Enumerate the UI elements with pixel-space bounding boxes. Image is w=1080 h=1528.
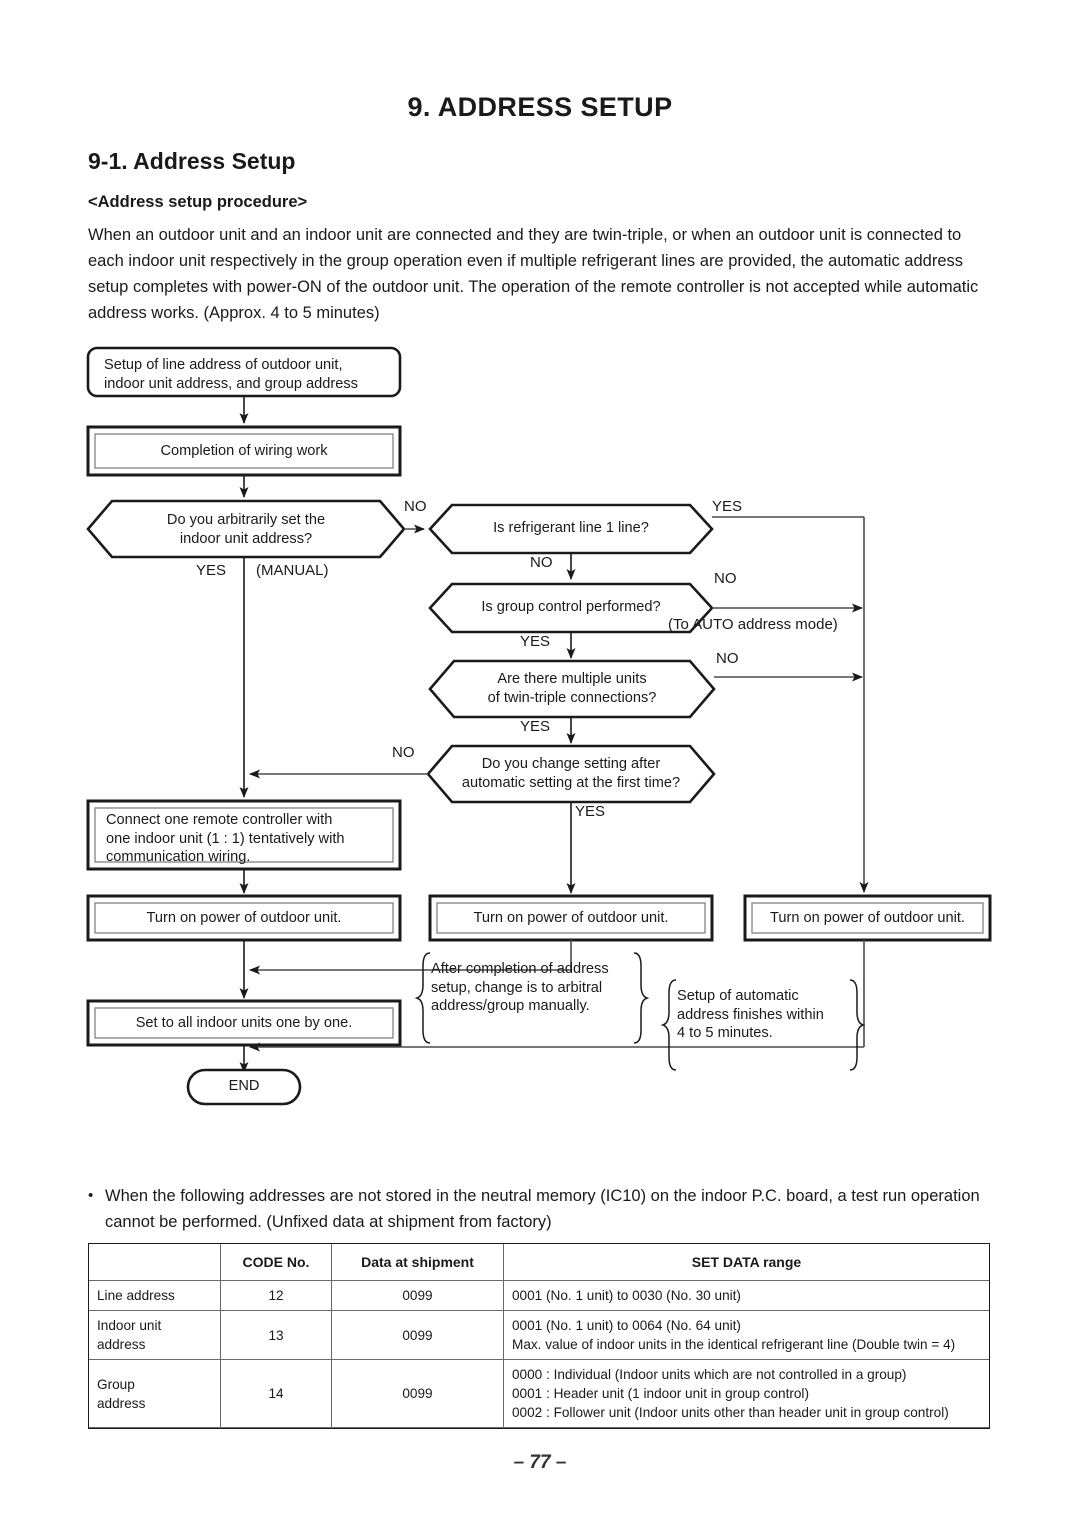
edge-label-yes-change: YES (575, 803, 606, 820)
annotation-auto-finish: Setup of automatic address finishes with… (677, 988, 824, 1041)
table-header-shipment: Data at shipment (331, 1243, 504, 1281)
node-question-group-control-label: Is group control performed? (481, 599, 661, 615)
address-setup-flowchart: Setup of line address of outdoor unit, i… (0, 330, 1080, 1120)
cell-code: 13 (220, 1310, 332, 1360)
note-block: • When the following addresses are not s… (88, 1183, 998, 1235)
cell-code: 12 (220, 1280, 332, 1311)
document-page: 9. ADDRESS SETUP 9-1. Address Setup <Add… (0, 0, 1080, 1528)
note-text: When the following addresses are not sto… (105, 1187, 980, 1231)
table-row: Indoor unit address 13 0099 0001 (No. 1 … (88, 1310, 990, 1360)
bullet-marker: • (88, 1187, 94, 1204)
edge-label-auto-address-mode-note: (To AUTO address mode) (668, 616, 838, 633)
address-code-table: CODE No. Data at shipment SET DATA range… (88, 1243, 990, 1428)
page-number: – 77 – (513, 1452, 567, 1473)
node-question-refrigerant-line-label: Is refrigerant line 1 line? (493, 520, 649, 536)
node-connect-remote-controller-label: Connect one remote controller with one i… (106, 812, 345, 865)
page-title: 9. ADDRESS SETUP (407, 92, 673, 122)
table-header-range: SET DATA range (503, 1243, 990, 1281)
node-power-on-middle-label: Turn on power of outdoor unit. (473, 910, 669, 926)
cell-name: Line address (88, 1280, 221, 1311)
edge-label-yes-refrigerant: YES (712, 498, 743, 515)
node-question-manual-label: Do you arbitrarily set the indoor unit a… (166, 512, 326, 547)
edge-label-yes-manual: YES (196, 562, 227, 579)
cell-name: Group address (88, 1359, 221, 1428)
edge-label-no-manual: NO (404, 498, 427, 515)
edge-label-yes-group: YES (520, 633, 551, 650)
edge-label-no-change: NO (392, 744, 415, 761)
edge-label-no-refrigerant: NO (530, 554, 553, 571)
node-question-twin-triple-label: Are there multiple units of twin-triple … (487, 671, 657, 706)
edge-label-no-twin: NO (716, 650, 739, 667)
node-question-change-setting-label: Do you change setting after automatic se… (461, 756, 681, 791)
intro-paragraph: When an outdoor unit and an indoor unit … (88, 226, 979, 322)
subsection-heading: <Address setup procedure> (88, 193, 308, 211)
cell-name: Indoor unit address (88, 1310, 221, 1360)
node-set-all-units-label: Set to all indoor units one by one. (135, 1015, 353, 1031)
edge-label-manual-note: (MANUAL) (256, 562, 329, 579)
table-row: Group address 14 0099 0000 : Individual … (88, 1359, 990, 1428)
cell-shipment: 0099 (331, 1359, 504, 1428)
node-end-label: END (228, 1078, 260, 1094)
table-header-row: CODE No. Data at shipment SET DATA range (88, 1243, 990, 1281)
cell-shipment: 0099 (331, 1310, 504, 1360)
cell-shipment: 0099 (331, 1280, 504, 1311)
edge-label-no-group: NO (714, 570, 737, 587)
cell-range: 0001 (No. 1 unit) to 0064 (No. 64 unit) … (503, 1310, 990, 1360)
edge-label-yes-twin: YES (520, 718, 551, 735)
annotation-manual-change: After completion of address setup, chang… (431, 961, 609, 1014)
node-power-on-right-label: Turn on power of outdoor unit. (770, 910, 965, 926)
node-power-on-left-label: Turn on power of outdoor unit. (146, 910, 342, 926)
cell-range: 0001 (No. 1 unit) to 0030 (No. 30 unit) (503, 1280, 990, 1311)
node-start-label: Setup of line address of outdoor unit, i… (104, 357, 358, 392)
cell-code: 14 (220, 1359, 332, 1428)
table-row: Line address 12 0099 0001 (No. 1 unit) t… (88, 1280, 990, 1311)
table-header-blank (88, 1243, 221, 1281)
cell-range: 0000 : Individual (Indoor units which ar… (503, 1359, 990, 1428)
table-header-code: CODE No. (220, 1243, 332, 1281)
section-heading: 9-1. Address Setup (88, 148, 296, 174)
node-wiring-label: Completion of wiring work (160, 443, 328, 459)
